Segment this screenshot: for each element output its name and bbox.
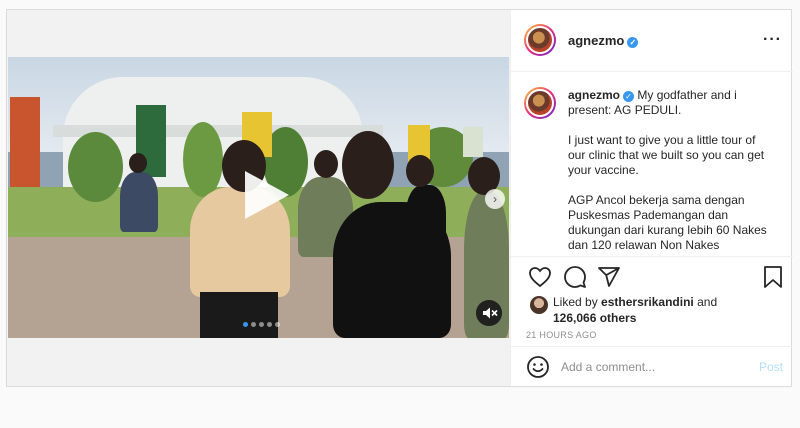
video-person	[200, 292, 278, 338]
send-icon[interactable]	[597, 265, 621, 289]
heart-icon[interactable]	[528, 265, 552, 289]
likes-count[interactable]: 126,066 others	[553, 311, 636, 325]
post-header: agnezmo ✓ ···	[511, 10, 793, 72]
post-comment-button[interactable]: Post	[759, 360, 783, 374]
caption-line-2: I just want to give you a little tour of…	[568, 133, 765, 177]
video-tree	[183, 122, 223, 197]
video-banner	[10, 97, 40, 187]
carousel-dot	[250, 322, 256, 327]
carousel-dot	[266, 322, 272, 327]
media-area: ›	[7, 10, 510, 386]
video-banner	[463, 127, 483, 157]
smile-icon[interactable]	[526, 355, 550, 379]
carousel-dots	[241, 322, 281, 330]
caption-line-3: AGP Ancol bekerja sama dengan Puskesmas …	[568, 193, 767, 252]
comment-icon[interactable]	[563, 265, 587, 289]
action-bar: Liked by esthersrikandini and 126,066 ot…	[511, 256, 793, 354]
verified-badge-icon: ✓	[627, 37, 639, 48]
video-person-head	[406, 155, 434, 187]
more-horizontal-icon[interactable]: ···	[763, 31, 782, 49]
video-person-head	[314, 150, 338, 178]
video-person	[406, 185, 446, 255]
comment-bar: Post	[511, 346, 793, 386]
chevron-right-icon[interactable]: ›	[485, 189, 505, 209]
post-sidebar: agnezmo ✓ ··· agnezmo ✓ My godfather and i…	[510, 10, 793, 386]
mute-icon[interactable]	[476, 300, 502, 326]
caption-line-1: agnezmo ✓ My godfather and i present: AG …	[568, 88, 737, 117]
carousel-dot	[274, 322, 280, 327]
caption-avatar[interactable]	[524, 87, 556, 119]
video-tree	[68, 132, 123, 202]
likes-summary: Liked by esthersrikandini and 126,066 ot…	[553, 295, 718, 325]
post-card: › agnezmo ✓ ··· agnezmo ✓ My godfather a…	[6, 9, 793, 387]
video-person	[120, 172, 158, 232]
bookmark-icon[interactable]	[761, 265, 785, 289]
video-person-head	[342, 131, 394, 199]
post-video[interactable]: ›	[8, 57, 509, 338]
liked-by-avatar[interactable]	[530, 296, 548, 314]
liked-by-user[interactable]: esthersrikandini	[601, 295, 694, 309]
post-timestamp[interactable]: 21 HOURS AGO	[526, 330, 597, 340]
caption-username[interactable]: agnezmo	[568, 88, 620, 102]
avatar[interactable]	[524, 24, 556, 56]
video-person-head	[129, 153, 147, 173]
play-icon[interactable]	[239, 169, 291, 221]
author-username[interactable]: agnezmo ✓	[568, 33, 639, 48]
comment-input[interactable]	[561, 357, 751, 377]
caption: agnezmo ✓ My godfather and i present: AG …	[568, 88, 776, 254]
carousel-dot	[258, 322, 264, 327]
carousel-dot-active	[242, 322, 248, 327]
verified-badge-icon: ✓	[623, 91, 635, 102]
